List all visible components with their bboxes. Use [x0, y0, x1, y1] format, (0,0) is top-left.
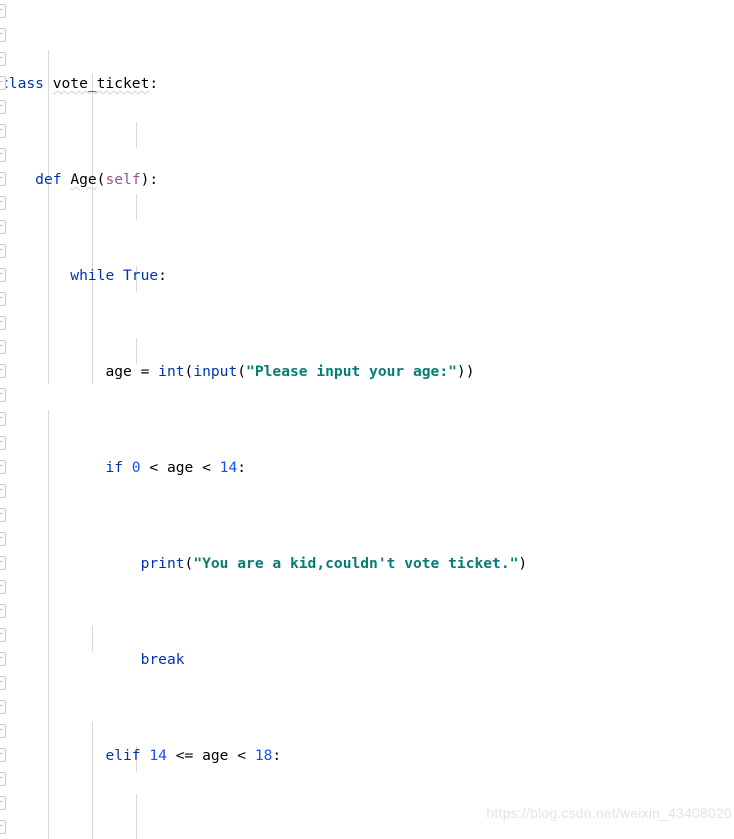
token-string: "You are a kid,couldn't vote ticket.": [193, 555, 519, 572]
token-punct: )): [456, 363, 475, 380]
code-line[interactable]: elif 14 <= age < 18:: [0, 744, 636, 768]
token-keyword: while: [70, 267, 124, 284]
token-number: 0: [131, 459, 141, 476]
token-number: 18: [254, 747, 273, 764]
code-line[interactable]: while True:: [0, 264, 636, 288]
token-keyword: if: [105, 459, 132, 476]
token-keyword: def: [35, 171, 71, 188]
token-function-name: Age: [70, 171, 97, 188]
code-line[interactable]: break: [0, 648, 636, 672]
code-line[interactable]: age = int(input("Please input your age:"…: [0, 360, 636, 384]
token-punct: :: [272, 747, 282, 764]
token-punct: < age <: [140, 459, 220, 476]
token-punct: :: [149, 75, 159, 92]
code-line[interactable]: def Age(self):: [0, 168, 636, 192]
token-punct: ): [518, 555, 528, 572]
code-editor: class vote_ticket: def Age(self): while …: [0, 0, 734, 839]
token-builtin: input: [193, 363, 238, 380]
watermark: https://blog.csdn.net/weixin_43408020: [486, 805, 732, 821]
token-punct: :: [237, 459, 247, 476]
token-builtin: int: [158, 363, 185, 380]
token-punct: ):: [140, 171, 159, 188]
token-punct: :: [158, 267, 167, 284]
token-identifier: age: [105, 363, 132, 380]
token-self: self: [105, 171, 141, 188]
token-punct: <= age <: [166, 747, 255, 764]
token-punct: (: [184, 363, 194, 380]
token-number: 14: [149, 747, 167, 764]
token-builtin: print: [140, 555, 185, 572]
token-string: "Please input your age:": [246, 363, 457, 380]
token-keyword: class: [0, 75, 53, 92]
code-content[interactable]: class vote_ticket: def Age(self): while …: [0, 0, 636, 839]
token-keyword: True: [123, 267, 159, 284]
token-punct: (: [184, 555, 194, 572]
token-punct: =: [131, 363, 159, 380]
code-line[interactable]: class vote_ticket:: [0, 72, 636, 96]
token-punct: (: [237, 363, 247, 380]
token-class-name: vote_ticket: [52, 75, 150, 92]
code-line[interactable]: print("You are a kid,couldn't vote ticke…: [0, 552, 636, 576]
code-line[interactable]: if 0 < age < 14:: [0, 456, 636, 480]
token-keyword: break: [140, 651, 185, 668]
token-number: 14: [219, 459, 238, 476]
token-keyword: elif: [105, 747, 150, 764]
